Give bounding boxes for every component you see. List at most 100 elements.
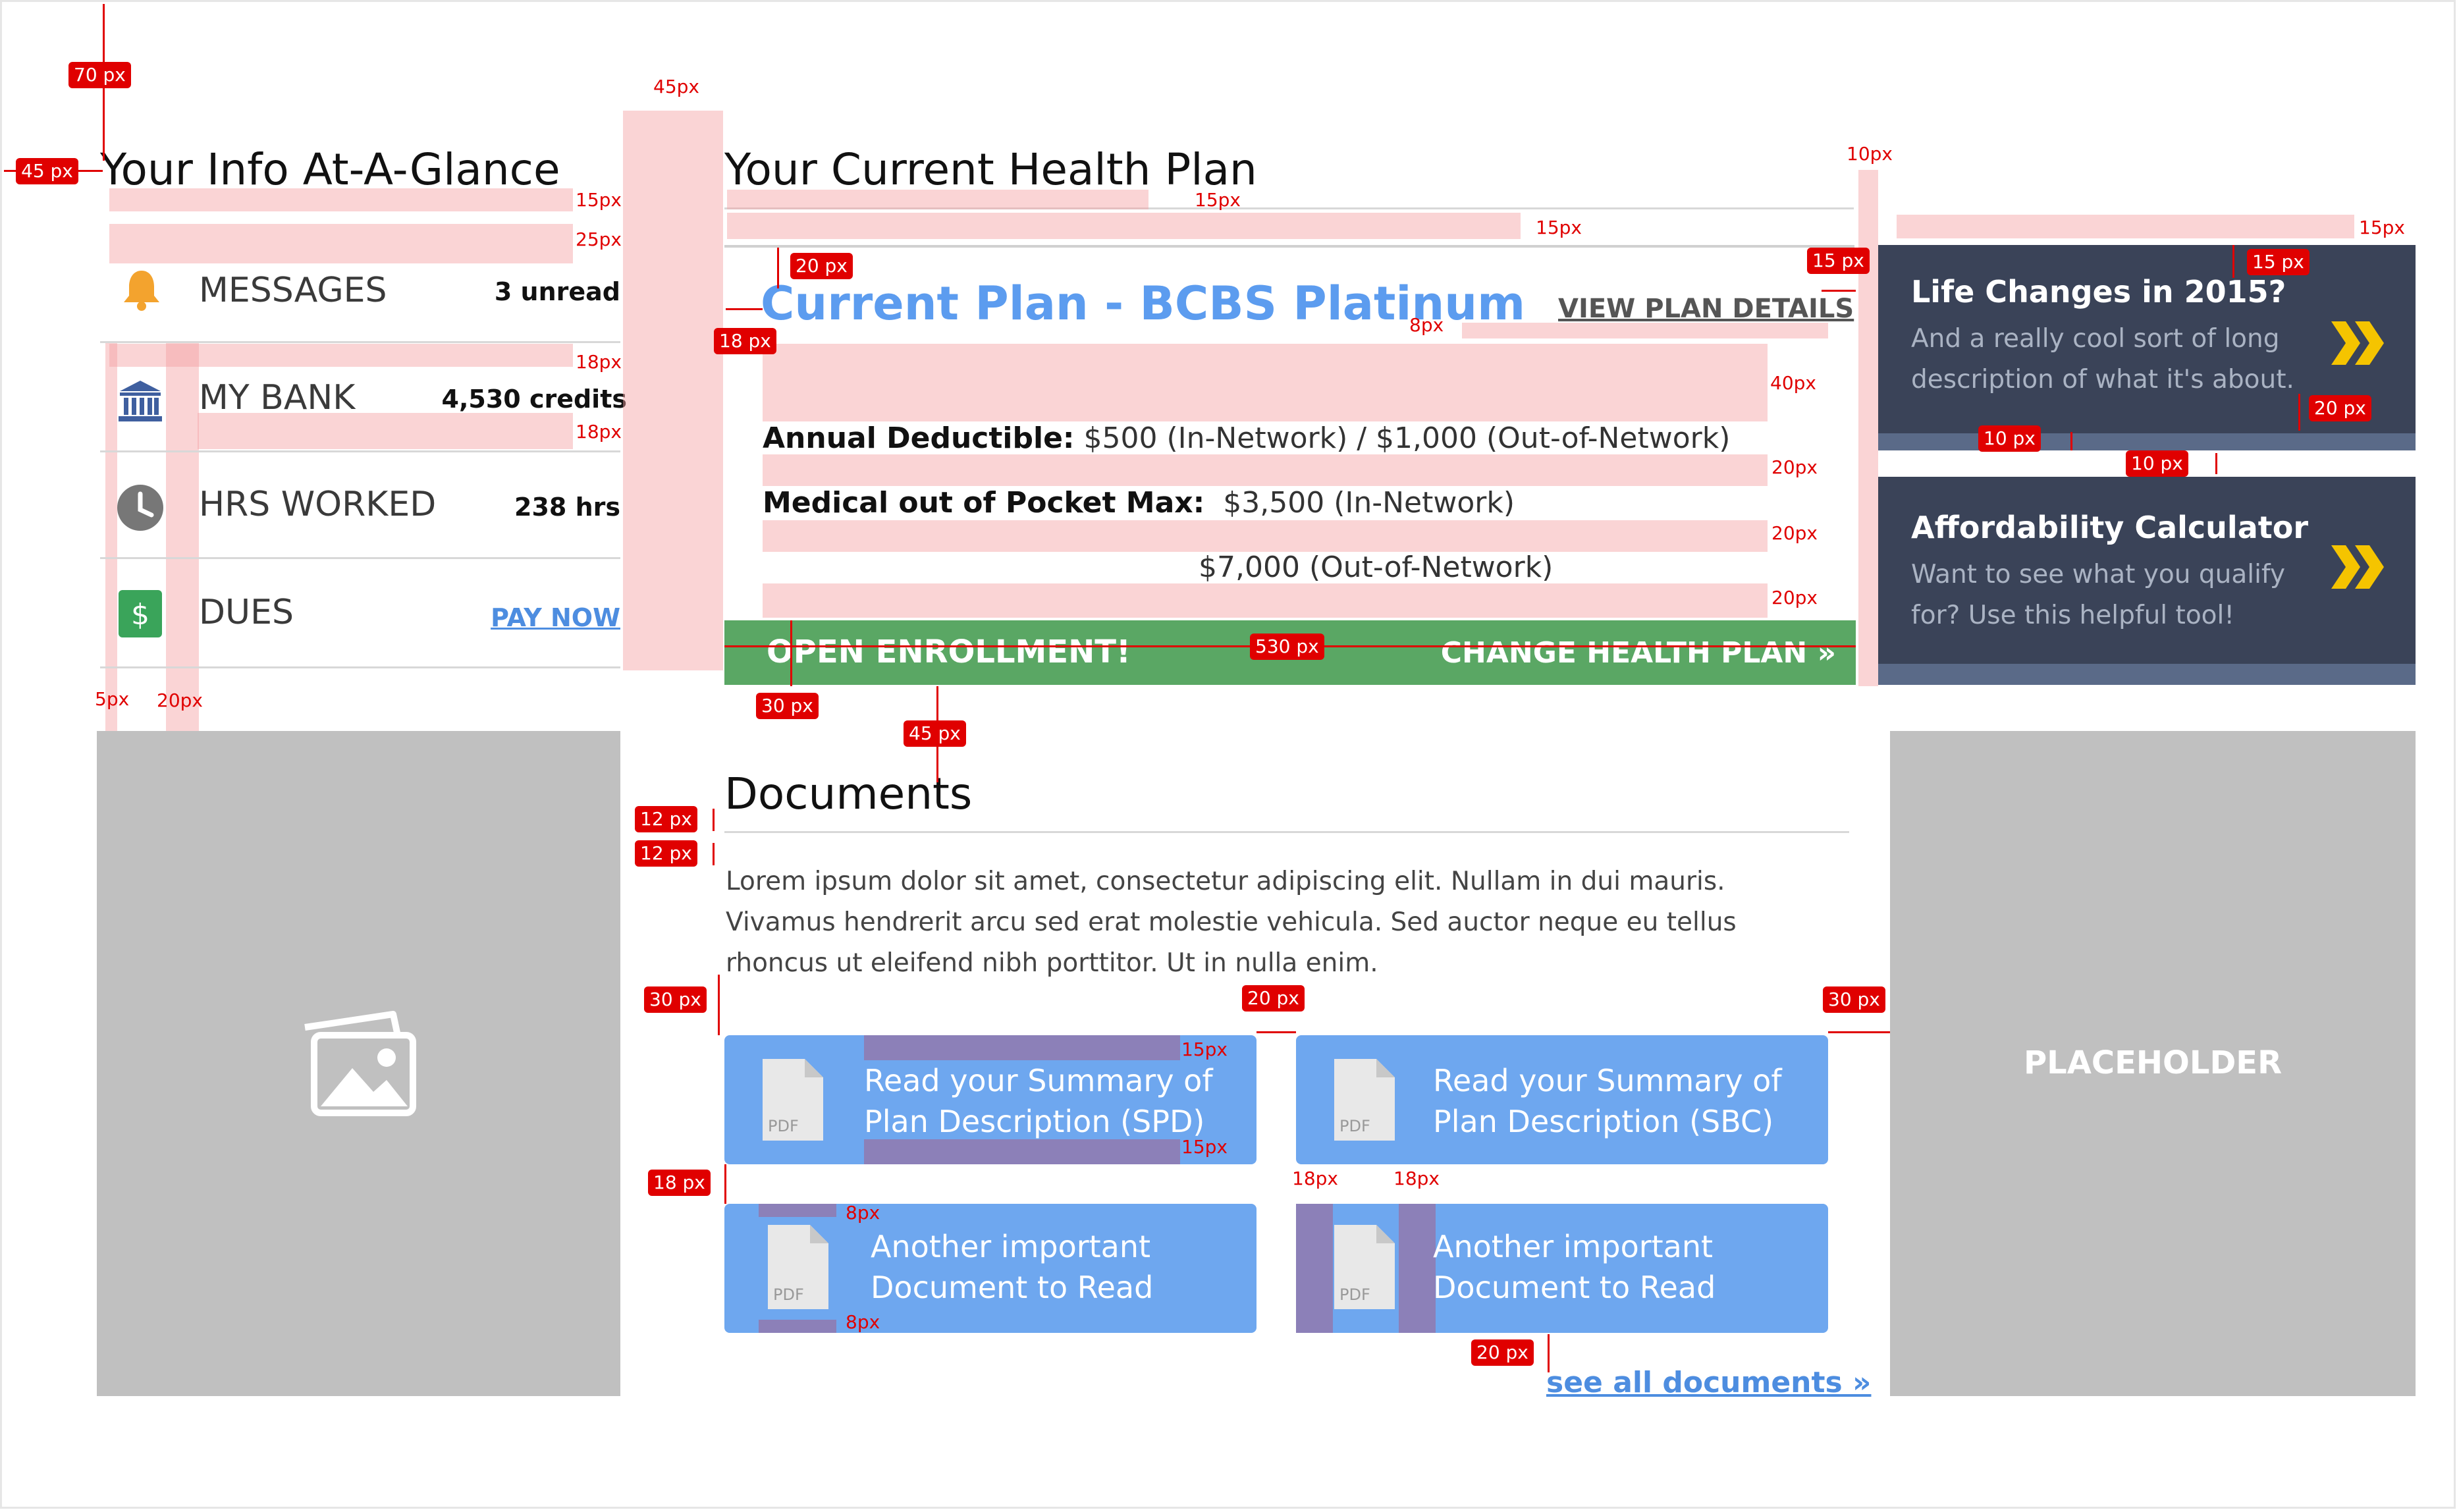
plan-section-title: Your Current Health Plan [724,144,1257,195]
doc-card-other-1-line-2: Document to Read [871,1270,1154,1305]
divider [724,245,1854,248]
divider [724,831,1849,833]
measure-tag: 20 px [1471,1339,1534,1366]
pdf-icon: PDF [1334,1225,1395,1309]
measure-line [1828,1031,1890,1033]
chevron-double-right-icon [2331,321,2384,365]
spacing-overlay [759,1320,836,1333]
view-plan-details-link[interactable]: VIEW PLAN DETAILS [1558,294,1854,324]
dues-label: DUES [199,593,294,632]
doc-card-other-1[interactable]: PDF Another important Document to Read [724,1204,1257,1333]
hours-label: HRS WORKED [199,485,437,524]
measure-label: 40px [1770,372,1816,394]
measure-label: 15px [2359,217,2405,238]
dollar-icon: $ [119,590,162,637]
documents-body-line-1: Lorem ipsum dolor sit amet, consectetur … [726,867,1725,896]
measure-tag: 10 px [1978,425,2041,452]
measure-tag: 20 px [2309,395,2371,421]
spacing-overlay [864,1139,1180,1164]
affordability-title: Affordability Calculator [1911,510,2309,545]
spacing-overlay [727,190,1148,209]
spacing-overlay [763,583,1768,618]
oop-label: Medical out of Pocket Max: [763,486,1205,520]
spacing-overlay [763,520,1768,552]
hours-value: 238 hrs [514,493,620,522]
measure-tag: 15 px [1807,248,1870,274]
measure-label: 15px [1536,217,1582,238]
measure-label: 20px [1771,587,1818,608]
pdf-label: PDF [1339,1117,1370,1135]
measure-label: 20px [157,689,203,711]
info-row-bank[interactable]: MY BANK 4,530 credits [100,369,627,441]
documents-title: Documents [724,769,973,819]
pdf-icon: PDF [1334,1059,1395,1141]
doc-card-sbc-line-2: Plan Description (SBC) [1433,1104,1774,1139]
measure-label: 18px [576,351,622,373]
image-placeholder [97,731,620,1396]
measure-tag: 45 px [904,720,966,747]
banner-left-text: OPEN ENROLLMENT! [767,634,1131,670]
measure-label: 25px [576,229,622,250]
spacing-overlay [864,1035,1180,1060]
divider [100,450,620,452]
measure-line [718,975,720,1035]
see-all-documents-link[interactable]: see all documents » [1546,1366,1871,1399]
chevron-double-right-icon [2331,545,2384,589]
pdf-icon: PDF [768,1225,828,1309]
measure-tag: 20 px [790,253,853,279]
messages-label: MESSAGES [199,271,387,310]
change-health-plan-link[interactable]: CHANGE HEALTH PLAN » [1441,636,1836,670]
doc-card-spd-line-2: Plan Description (SPD) [864,1104,1205,1139]
spacing-overlay [1897,215,2354,238]
measure-tag: 12 px [635,840,697,867]
deductible-value: $500 (In-Network) / $1,000 (Out-of-Netwo… [1083,421,1731,455]
spacing-overlay [763,344,1768,421]
life-changes-title: Life Changes in 2015? [1911,274,2286,310]
page: Your Info At-A-Glance MESSAGES 3 unread … [0,0,2459,1512]
measure-tag: 18 px [648,1170,711,1196]
divider [100,666,620,668]
deductible-label: Annual Deductible: [763,421,1075,455]
measure-line [1822,290,1856,292]
measure-label: 8px [846,1202,880,1224]
info-row-messages[interactable]: MESSAGES 3 unread [100,260,620,339]
bell-icon [124,271,159,311]
measure-tag: 30 px [1823,986,1885,1013]
measure-line [1257,1031,1296,1033]
pdf-icon: PDF [763,1059,823,1141]
measure-label: 5px [95,688,130,710]
card-footer-strip [1878,433,2416,450]
spacing-overlay [727,213,1521,239]
pay-now-link[interactable]: PAY NOW [491,603,620,632]
image-icon [304,1011,416,1116]
bank-label: MY BANK [199,378,356,418]
measure-label: 15px [1181,1136,1228,1158]
bank-value: 4,530 credits [441,385,627,414]
spacing-overlay [109,188,573,211]
doc-card-other-2[interactable]: PDF Another important Document to Read [1296,1204,1828,1333]
doc-card-sbc[interactable]: PDF Read your Summary of Plan Descriptio… [1296,1035,1828,1164]
placeholder-label: PLACEHOLDER [2023,1044,2283,1081]
doc-card-other-2-line-2: Document to Read [1433,1270,1716,1305]
measure-label: 10px [1847,143,1893,165]
measure-tag: 45 px [16,158,78,184]
documents-body: Lorem ipsum dolor sit amet, consectetur … [726,861,1737,984]
spacing-overlay [1399,1204,1436,1333]
measure-tag: 20 px [1242,985,1305,1012]
measure-line [1548,1334,1550,1372]
doc-card-spd[interactable]: PDF Read your Summary of Plan Descriptio… [724,1035,1257,1164]
info-row-hours[interactable]: HRS WORKED 238 hrs [100,475,620,548]
divider [100,341,620,343]
doc-card-sbc-line-1: Read your Summary of [1433,1063,1782,1098]
measure-label: 18px [1393,1168,1440,1189]
messages-value: 3 unread [494,277,620,306]
measure-tag: 70 px [68,62,131,88]
measure-line [724,1164,726,1204]
measure-label: 15px [1195,189,1241,211]
measure-label: 18px [1292,1168,1338,1189]
info-row-dues[interactable]: $ DUES PAY NOW [100,583,620,656]
oop-line: Medical out of Pocket Max: $3,500 (In-Ne… [763,486,1515,520]
measure-label: 15px [1181,1039,1228,1060]
spacing-overlay [1462,323,1828,338]
affordability-card[interactable]: Affordability Calculator Want to see wha… [1878,477,2416,685]
